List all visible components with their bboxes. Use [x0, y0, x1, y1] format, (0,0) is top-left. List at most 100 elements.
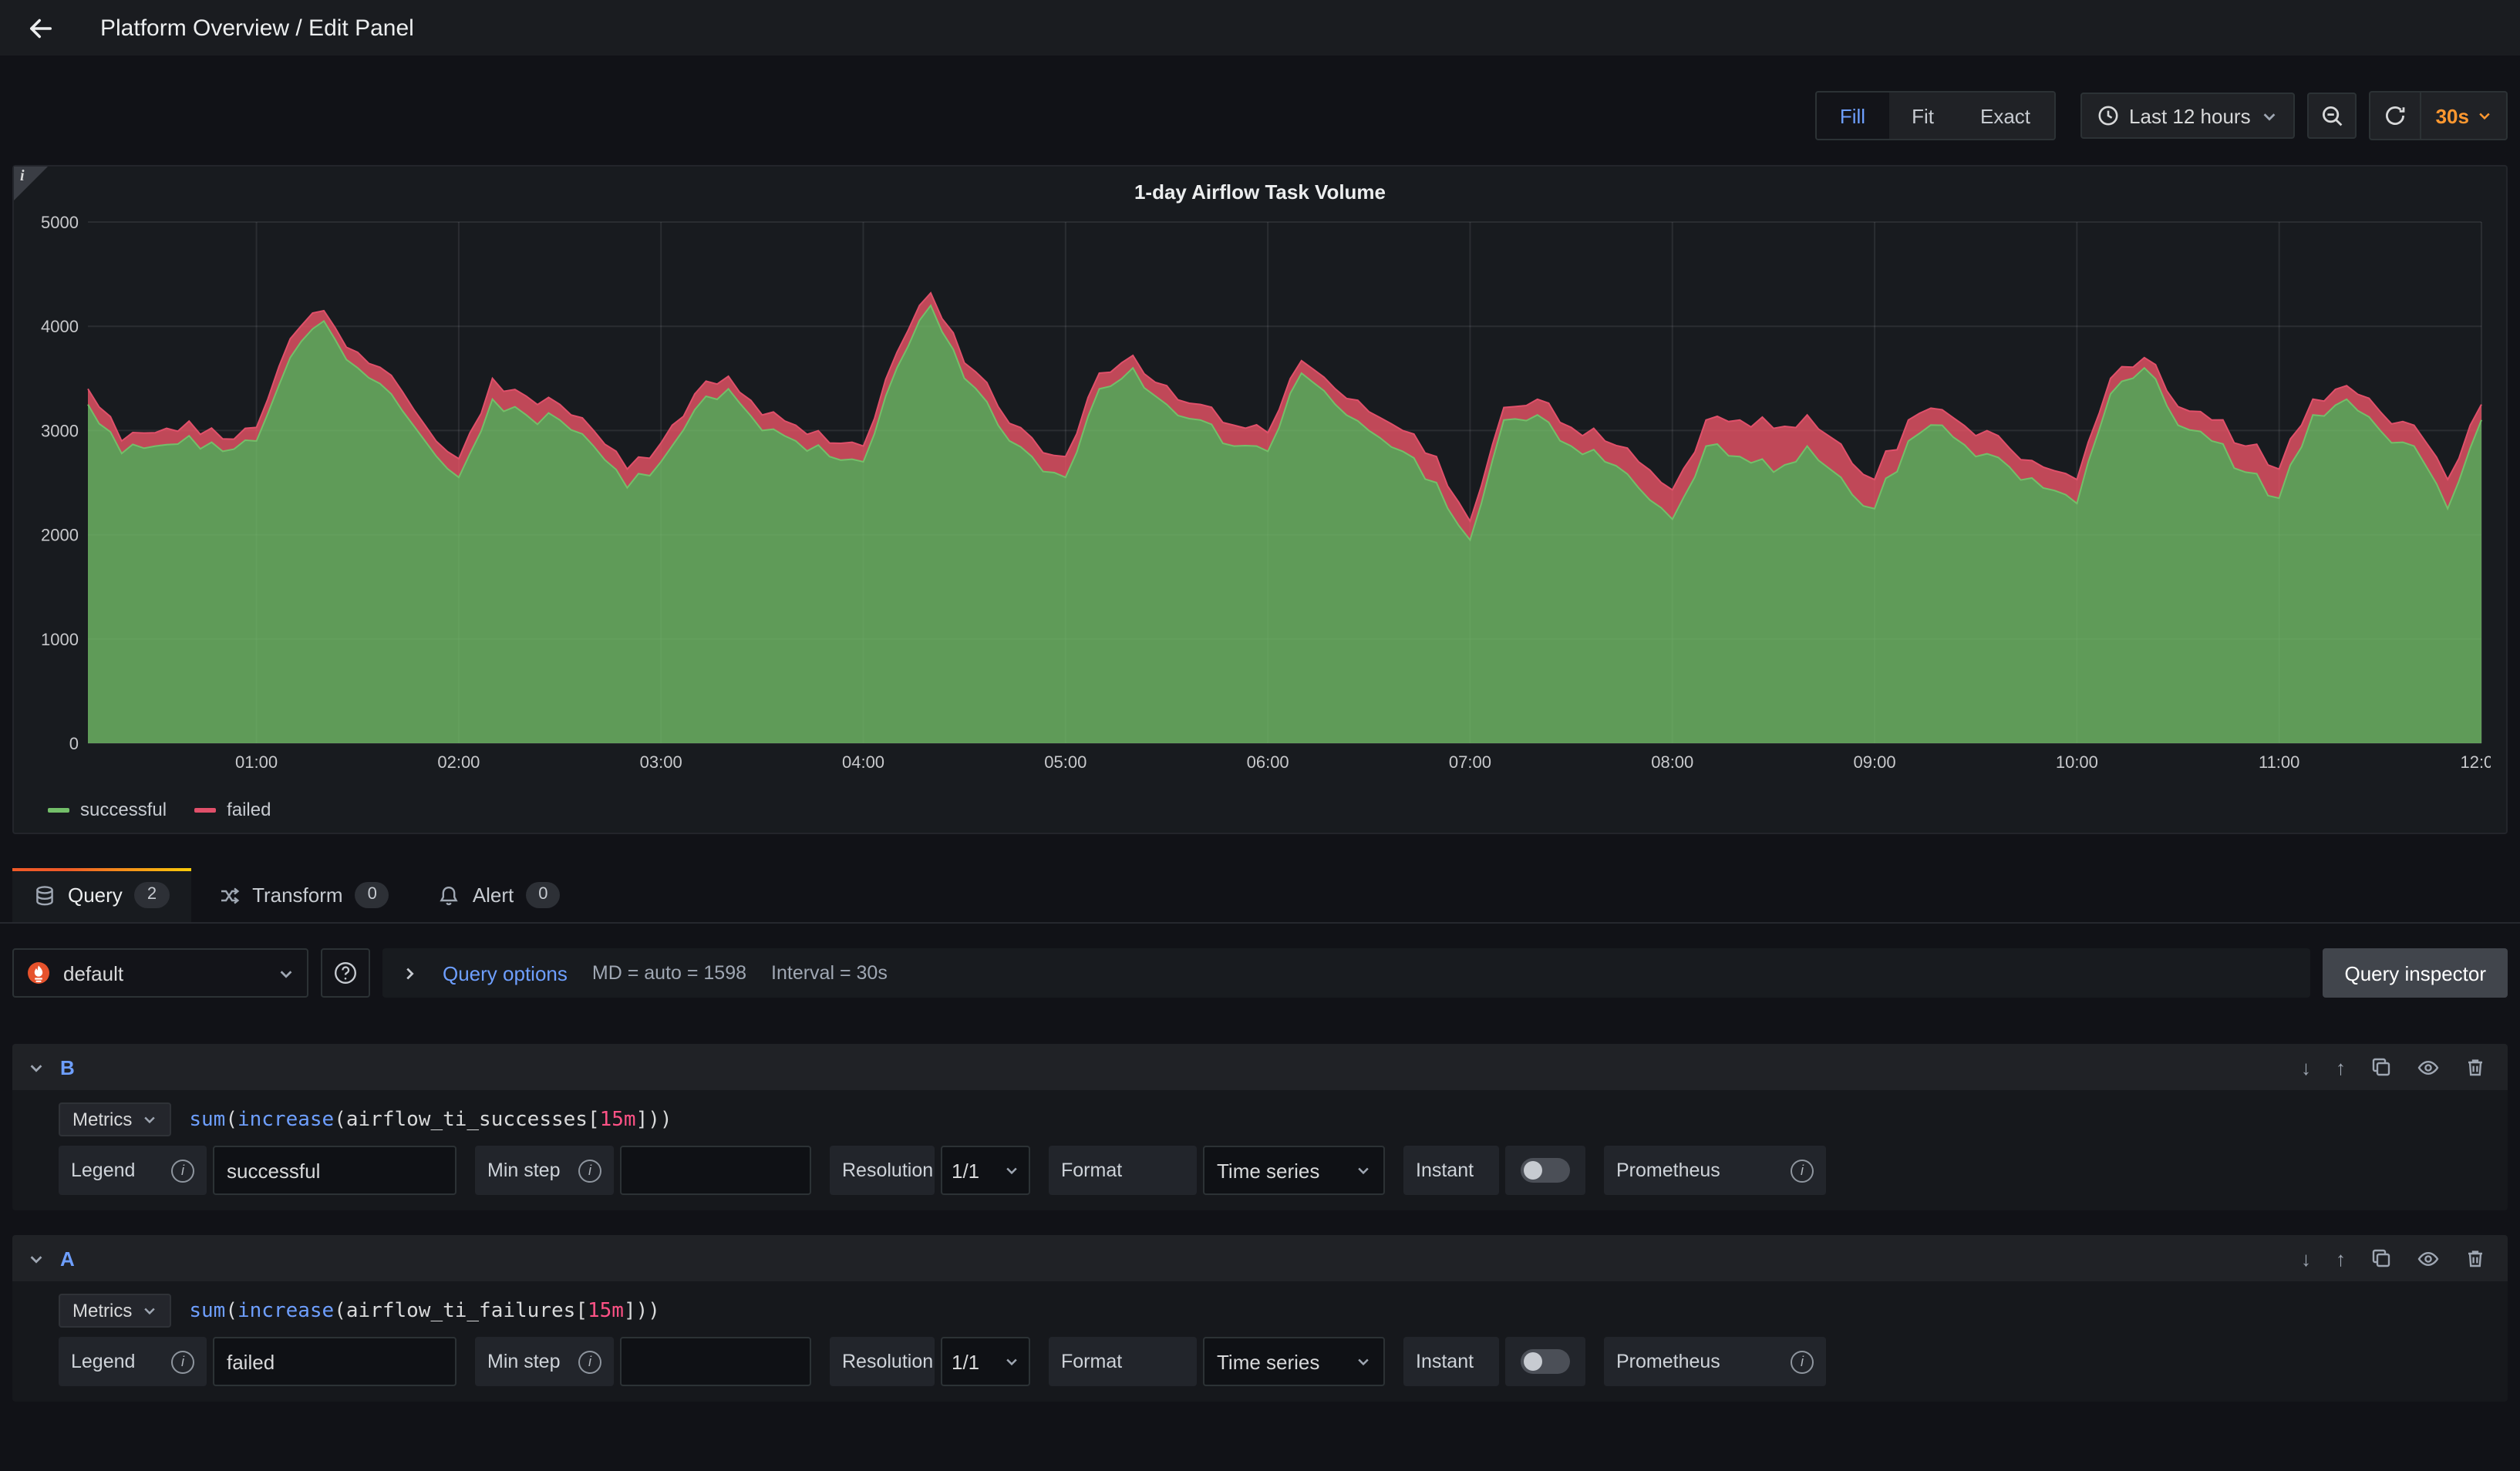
tab-label: Alert — [473, 884, 514, 907]
min-step-input[interactable] — [620, 1146, 811, 1195]
query-collapse-toggle[interactable]: B — [28, 1055, 75, 1079]
remove-query-icon[interactable] — [2464, 1056, 2486, 1078]
info-icon[interactable]: i — [578, 1159, 601, 1182]
datasource-name: default — [63, 961, 123, 985]
info-icon[interactable]: i — [1791, 1159, 1814, 1182]
move-query-up-icon[interactable]: ↑ — [2336, 1055, 2346, 1079]
query-options-bar[interactable]: Query options MD = auto = 1598 Interval … — [382, 948, 2310, 998]
move-query-down-icon[interactable]: ↓ — [2301, 1055, 2311, 1079]
resolution-select[interactable]: 1/1 — [941, 1337, 1030, 1386]
arrow-left-icon — [25, 12, 57, 44]
legend-label: failed — [227, 799, 271, 820]
svg-text:0: 0 — [69, 734, 79, 753]
chevron-down-icon — [1004, 1163, 1019, 1178]
tab-transform[interactable]: Transform 0 — [197, 868, 411, 922]
promql-expression[interactable]: sum(increase(airflow_ti_successes[15m])) — [189, 1108, 672, 1131]
instant-label: Instant — [1403, 1337, 1499, 1386]
refresh-interval-dropdown[interactable]: 30s — [2421, 93, 2506, 139]
view-mode-exact-button[interactable]: Exact — [1957, 93, 2053, 139]
zoom-out-icon — [2321, 104, 2344, 127]
interval-text: Interval = 30s — [771, 962, 888, 984]
zoom-out-button[interactable] — [2308, 93, 2357, 139]
metrics-dropdown-label: Metrics — [72, 1300, 132, 1321]
database-icon — [34, 884, 56, 906]
min-step-label: Min stepi — [475, 1146, 614, 1195]
page-title: Platform Overview / Edit Panel — [100, 15, 414, 41]
datasource-picker[interactable]: default — [12, 948, 308, 998]
query-editor: Metrics sum(increase(airflow_ti_successe… — [12, 1090, 2508, 1146]
legend-swatch-failed — [194, 807, 216, 812]
tab-query[interactable]: Query 2 — [12, 868, 190, 922]
query-inspector-button[interactable]: Query inspector — [2323, 948, 2508, 998]
format-select[interactable]: Time series — [1203, 1337, 1385, 1386]
svg-text:1000: 1000 — [41, 630, 79, 649]
refresh-icon — [2385, 105, 2407, 126]
duplicate-query-icon[interactable] — [2370, 1247, 2392, 1269]
metrics-dropdown[interactable]: Metrics — [59, 1102, 170, 1136]
panel-info-corner[interactable]: i — [14, 167, 48, 200]
info-icon[interactable]: i — [171, 1159, 194, 1182]
query-ref-id: A — [60, 1247, 75, 1270]
instant-toggle-wrap — [1505, 1337, 1585, 1386]
info-icon[interactable]: i — [1791, 1350, 1814, 1373]
info-icon[interactable]: i — [171, 1350, 194, 1373]
legend-input[interactable] — [213, 1146, 456, 1195]
svg-text:09:00: 09:00 — [1854, 752, 1896, 772]
tab-alert[interactable]: Alert 0 — [417, 868, 582, 922]
query-row-a: A ↓ ↑ Metrics sum(increase(airflow_ti_fa… — [12, 1235, 2508, 1402]
view-mode-group: Fill Fit Exact — [1815, 91, 2055, 140]
remove-query-icon[interactable] — [2464, 1247, 2486, 1269]
refresh-interval-label: 30s — [2436, 104, 2469, 127]
view-mode-fill-button[interactable]: Fill — [1817, 93, 1888, 139]
refresh-button[interactable] — [2371, 93, 2421, 139]
editor-tabs: Query 2 Transform 0 Alert 0 — [0, 868, 2520, 924]
query-editor: Metrics sum(increase(airflow_ti_failures… — [12, 1281, 2508, 1337]
grafana-edit-panel-page: Platform Overview / Edit Panel Fill Fit … — [0, 0, 2520, 1471]
chevron-down-icon — [141, 1303, 157, 1318]
query-collapse-toggle[interactable]: A — [28, 1247, 75, 1270]
legend-item-failed[interactable]: failed — [194, 799, 271, 820]
svg-text:02:00: 02:00 — [437, 752, 480, 772]
svg-text:07:00: 07:00 — [1449, 752, 1491, 772]
promql-expression[interactable]: sum(increase(airflow_ti_failures[15m])) — [189, 1299, 660, 1322]
format-select[interactable]: Time series — [1203, 1146, 1385, 1195]
svg-text:01:00: 01:00 — [235, 752, 278, 772]
svg-text:04:00: 04:00 — [842, 752, 884, 772]
chevron-down-icon — [141, 1112, 157, 1127]
query-actions: ↓ ↑ — [2301, 1055, 2492, 1079]
toggle-query-visibility-icon[interactable] — [2417, 1247, 2440, 1270]
move-query-down-icon[interactable]: ↓ — [2301, 1247, 2311, 1270]
chart-panel: i 1-day Airflow Task Volume 010002000300… — [12, 165, 2508, 834]
min-step-input[interactable] — [620, 1337, 811, 1386]
tab-label: Transform — [252, 884, 343, 907]
legend-input[interactable] — [213, 1337, 456, 1386]
legend-item-successful[interactable]: successful — [48, 799, 167, 820]
back-button[interactable] — [22, 8, 60, 47]
datasource-help-button[interactable] — [321, 948, 370, 998]
time-series-chart[interactable]: 01000200030004000500001:0002:0003:0004:0… — [29, 213, 2491, 777]
chevron-right-icon — [401, 964, 418, 981]
max-data-points-text: MD = auto = 1598 — [592, 962, 746, 984]
tab-count-badge: 2 — [135, 882, 169, 908]
resolution-select[interactable]: 1/1 — [941, 1146, 1030, 1195]
duplicate-query-icon[interactable] — [2370, 1056, 2392, 1078]
query-row-header: B ↓ ↑ — [12, 1044, 2508, 1090]
query-ref-id: B — [60, 1055, 75, 1079]
view-mode-fit-button[interactable]: Fit — [1888, 93, 1957, 139]
prometheus-icon — [26, 961, 51, 985]
info-icon[interactable]: i — [578, 1350, 601, 1373]
chevron-down-icon — [1004, 1354, 1019, 1369]
toggle-query-visibility-icon[interactable] — [2417, 1055, 2440, 1079]
time-range-picker[interactable]: Last 12 hours — [2080, 93, 2296, 139]
move-query-up-icon[interactable]: ↑ — [2336, 1247, 2346, 1270]
instant-toggle-wrap — [1505, 1146, 1585, 1195]
top-nav-bar: Platform Overview / Edit Panel — [0, 0, 2520, 56]
refresh-group: 30s — [2370, 91, 2508, 140]
metrics-dropdown[interactable]: Metrics — [59, 1294, 170, 1328]
svg-text:12:00: 12:00 — [2460, 752, 2491, 772]
svg-text:5000: 5000 — [41, 213, 79, 232]
instant-toggle[interactable] — [1521, 1349, 1570, 1374]
transform-icon — [218, 884, 240, 906]
tab-count-badge: 0 — [355, 882, 389, 908]
instant-toggle[interactable] — [1521, 1158, 1570, 1183]
